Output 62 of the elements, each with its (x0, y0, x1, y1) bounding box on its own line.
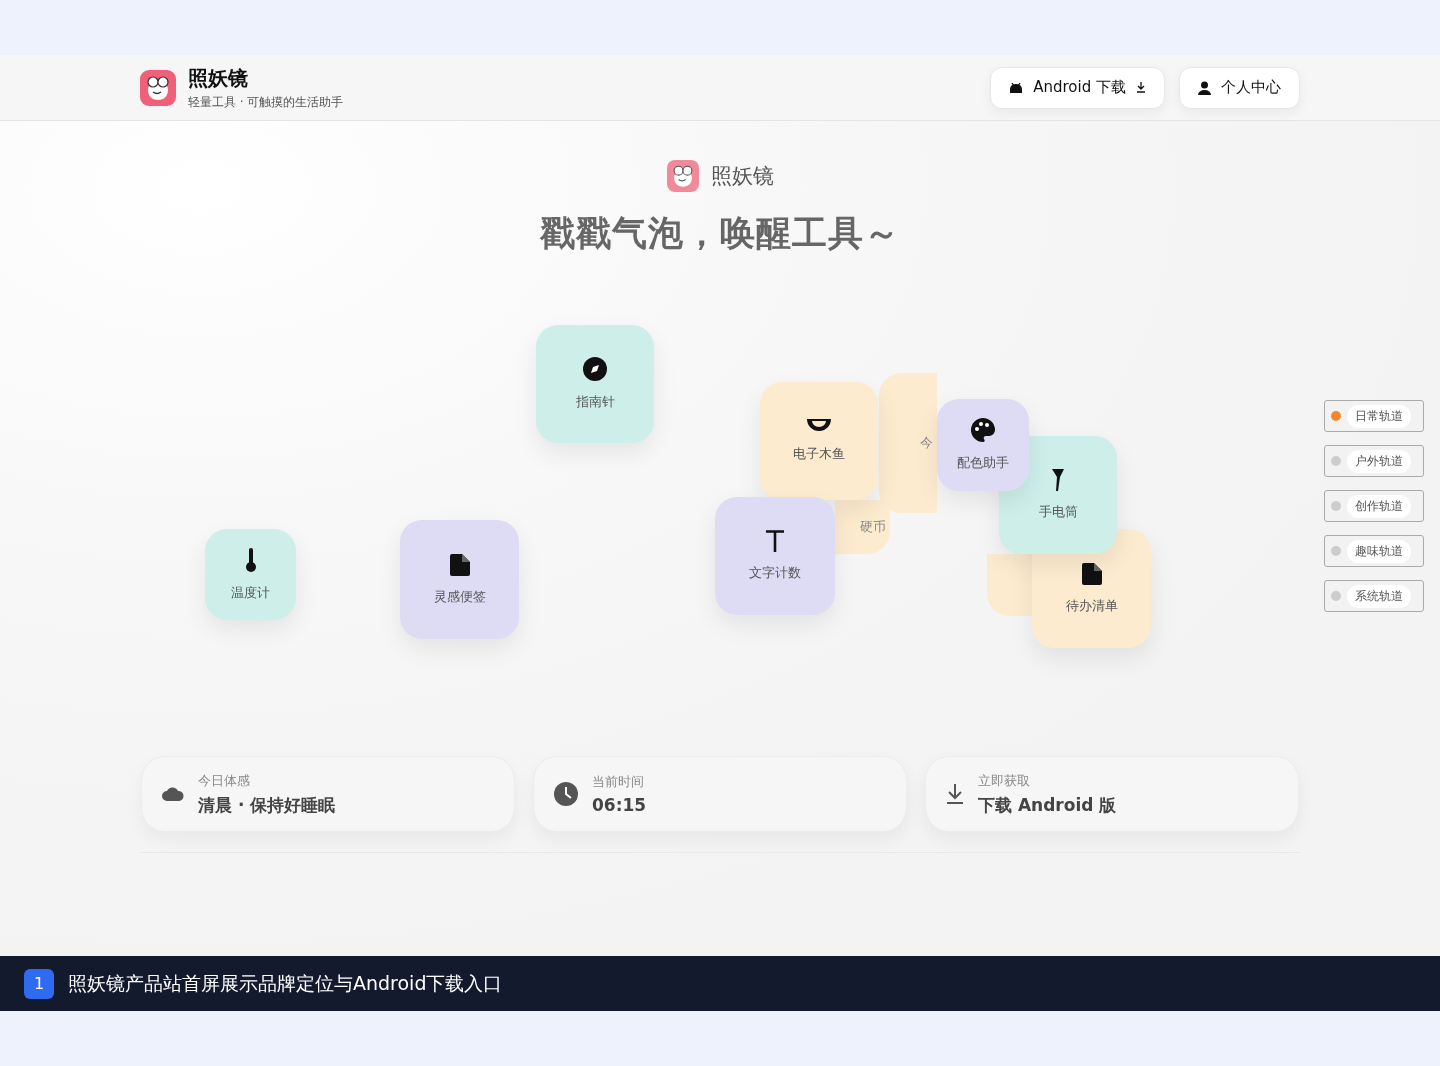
tool-bubble[interactable]: 灵感便签 (400, 520, 519, 639)
info-card[interactable]: 立即获取 下载 Android 版 (925, 756, 1299, 832)
card-caption: 立即获取 (978, 771, 1031, 790)
bubble-label: 文字计数 (749, 564, 801, 582)
status-dot-icon (1331, 546, 1341, 556)
caption-text: 照妖镜产品站首屏展示品牌定位与Android下载入口 (68, 970, 503, 996)
profile-button[interactable]: 个人中心 (1179, 66, 1300, 109)
tool-bubble[interactable]: 文字计数 (715, 497, 835, 615)
brand-tagline: 轻量工具 · 可触摸的生活助手 (188, 93, 344, 111)
cloud-icon (162, 787, 184, 801)
document-icon (449, 553, 470, 576)
track-label: 户外轨道 (1347, 449, 1411, 473)
track-tab[interactable]: 创作轨道 (1324, 490, 1424, 522)
hero-brand-name: 照妖镜 (710, 163, 774, 190)
bubble-label: 指南针 (575, 393, 615, 411)
bubble-label: 手电筒 (1038, 503, 1078, 521)
download-icon (946, 784, 964, 804)
bubble-label: 今 (920, 434, 933, 452)
user-icon (1198, 80, 1211, 95)
tool-bubble-background[interactable] (987, 554, 1032, 616)
bubble-label: 灵感便签 (433, 587, 486, 606)
headline: 戳戳气泡，唤醒工具～ (540, 212, 900, 255)
card-value: 06:15 (592, 795, 647, 815)
track-label: 系统轨道 (1347, 584, 1411, 608)
status-dot-icon (1331, 501, 1341, 511)
frog-logo-icon (140, 69, 176, 106)
bubble-label: 待办清单 (1065, 596, 1118, 615)
status-dot-icon (1331, 411, 1341, 421)
thermometer-icon (245, 547, 256, 572)
bowl-icon (807, 419, 831, 433)
document-icon (1081, 562, 1102, 585)
card-value: 清晨 · 保持好睡眠 (198, 793, 336, 817)
track-label: 趣味轨道 (1347, 539, 1411, 563)
bubble-label: 电子木鱼 (793, 445, 845, 463)
download-icon (1136, 82, 1146, 93)
status-dot-icon (1331, 591, 1341, 601)
frog-logo-icon (666, 160, 699, 192)
number-badge: 1 (24, 968, 54, 999)
android-icon (1009, 81, 1024, 94)
tool-bubble[interactable]: 指南针 (536, 325, 654, 443)
clock-icon (554, 782, 578, 806)
track-tab[interactable]: 户外轨道 (1324, 445, 1424, 477)
compass-icon (583, 357, 607, 381)
brand-name: 照妖镜 (188, 64, 249, 92)
track-tab[interactable]: 趣味轨道 (1324, 535, 1424, 567)
card-caption: 当前时间 (592, 773, 645, 791)
text-icon (765, 530, 785, 552)
track-label: 日常轨道 (1347, 404, 1411, 428)
flashlight-icon (1052, 469, 1064, 491)
tool-bubble[interactable]: 配色助手 (937, 399, 1029, 491)
track-tab[interactable]: 系统轨道 (1324, 580, 1424, 612)
card-caption: 今日体感 (198, 771, 251, 790)
tool-bubble[interactable]: 温度计 (205, 529, 296, 620)
bubble-label: 硬币 (860, 518, 886, 536)
tool-bubble[interactable]: 电子木鱼 (760, 382, 878, 500)
card-value: 下载 Android 版 (978, 793, 1117, 817)
palette-icon (971, 418, 995, 442)
track-tab[interactable]: 日常轨道 (1324, 400, 1424, 432)
status-dot-icon (1331, 456, 1341, 466)
android-download-button[interactable]: Android 下载 (990, 66, 1165, 109)
track-label: 创作轨道 (1347, 494, 1411, 518)
bubble-label: 温度计 (231, 583, 270, 602)
